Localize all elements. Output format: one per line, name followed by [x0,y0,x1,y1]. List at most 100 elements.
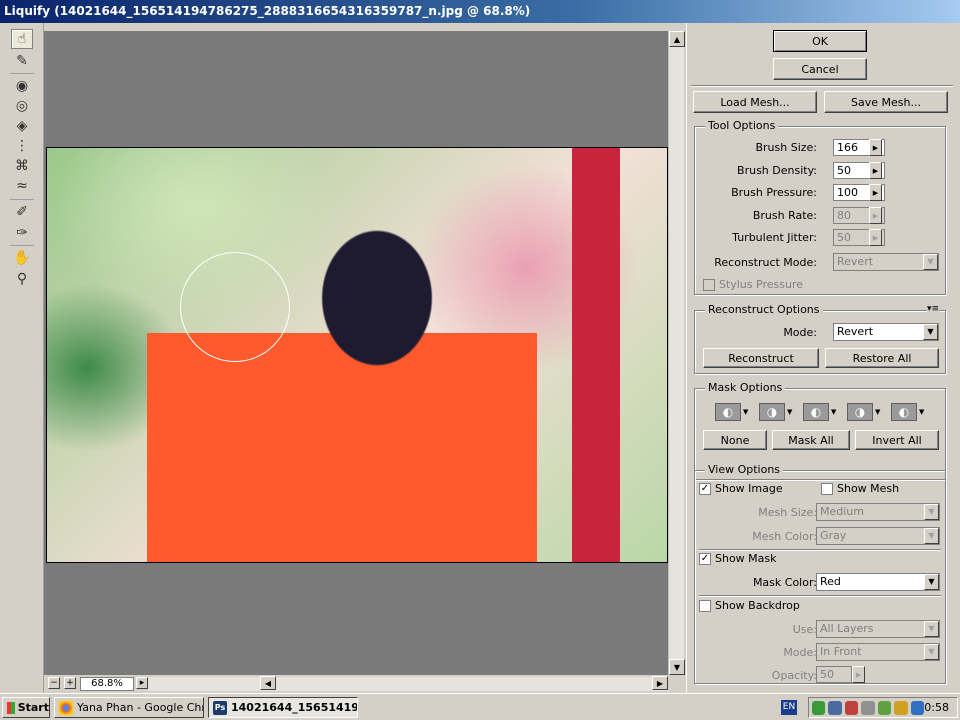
turbulent-jitter-arrow-icon: ▶ [869,229,882,246]
opacity-field: 50 [816,666,852,683]
restore-all-button[interactable]: Restore All [825,348,939,368]
chevron-down-icon: ▼ [743,408,749,416]
brush-pressure-label: Brush Pressure: [731,186,817,199]
zoom-tool-icon[interactable]: ⚲ [11,269,33,289]
security-icon[interactable] [844,700,859,715]
reconstruct-mode-select: Revert ▼ [833,253,939,271]
brush-size-label: Brush Size: [755,141,817,154]
taskbar-item-label: 14021644_15651419... [231,701,358,714]
display-icon[interactable] [828,700,842,715]
canvas-area[interactable] [44,31,668,675]
mask-all-button[interactable]: Mask All [772,430,850,450]
mask-intersect-icon: ◑ [847,403,873,421]
ok-button[interactable]: OK [773,30,867,52]
show-image-checkbox[interactable]: ✓ Show Image [699,482,783,495]
horizontal-scrollbar[interactable]: ◀ ▶ [148,676,668,691]
save-mesh-button[interactable]: Save Mesh... [824,91,948,113]
reconstruct-mode-dropdown-value: Revert [837,325,874,338]
liquify-window: ☝ ✎ ◉ ◎ ◈ ⋮ ⌘ ≈ ✐ ✑ ✋ ⚲ ▲ ▼ − + 68.8% ▸ … [0,23,960,693]
mask-color-label: Mask Color: [752,576,817,589]
checkmark-icon: ✓ [699,552,711,565]
pucker-tool-icon[interactable]: ◎ [11,96,33,116]
reconstruct-mode-label-2: Mode: [783,326,817,339]
scroll-right-icon[interactable]: ▶ [652,676,668,690]
language-indicator[interactable]: EN [781,700,797,715]
mirror-tool-icon[interactable]: ⌘ [11,156,33,176]
turbulence-tool-icon[interactable]: ≈ [11,176,33,196]
mask-replace-icon: ◐ [715,403,741,421]
twirl-clockwise-tool-icon[interactable]: ◉ [11,76,33,96]
zoom-bar: − + 68.8% ▸ ◀ ▶ [44,675,684,693]
panel-menu-icon[interactable]: ▾≡ [926,304,939,314]
mask-add-button[interactable]: ◑ ▼ [759,402,795,422]
bluetooth-icon[interactable] [910,700,925,715]
mesh-size-value: Medium [820,505,864,518]
system-tray: 0:58 [808,697,958,718]
mask-add-icon: ◑ [759,403,785,421]
chrome-icon [59,700,73,715]
chevron-down-icon: ▼ [919,408,925,416]
hand-tool-icon[interactable]: ✋ [11,248,33,268]
zoom-out-button[interactable]: − [48,677,60,689]
zoom-in-button[interactable]: + [64,677,76,689]
backdrop-mode-value: In Front [820,645,862,658]
taskbar-item-photoshop[interactable]: Ps 14021644_15651419... [208,697,358,718]
scroll-up-icon[interactable]: ▲ [669,31,685,47]
zoom-level-field[interactable]: 68.8% [80,677,134,691]
vertical-scrollbar[interactable]: ▲ ▼ [668,31,685,675]
mask-subtract-button[interactable]: ◐ ▼ [803,402,839,422]
chevron-down-icon: ▼ [924,504,939,520]
chevron-down-icon: ▼ [924,644,939,660]
mask-color-select[interactable]: Red ▼ [816,573,940,591]
show-mask-checkbox[interactable]: ✓ Show Mask [699,552,777,565]
load-mesh-button[interactable]: Load Mesh... [693,91,817,113]
network-icon[interactable] [812,700,826,715]
bloat-tool-icon[interactable]: ◈ [11,116,33,136]
update-icon[interactable] [877,700,892,715]
start-button[interactable]: Start [2,697,50,718]
volume-icon[interactable] [861,700,875,715]
chevron-down-icon: ▼ [923,254,938,270]
mesh-color-select: Gray ▼ [816,527,940,545]
freeze-mask-tool-icon[interactable]: ✐ [11,202,33,222]
brush-pressure-arrow-icon[interactable]: ▶ [869,184,882,201]
clock: 0:58 [924,701,949,714]
mask-none-button[interactable]: None [703,430,767,450]
mask-replace-button[interactable]: ◐ ▼ [715,402,751,422]
reconstruct-button[interactable]: Reconstruct [703,348,819,368]
reconstruct-mode-value: Revert [837,255,874,268]
opacity-arrow-icon: ▶ [852,666,865,683]
tray-app-icon[interactable] [894,700,908,715]
chevron-down-icon: ▼ [923,324,938,340]
brush-density-arrow-icon[interactable]: ▶ [869,162,882,179]
cancel-button[interactable]: Cancel [773,58,867,80]
scroll-down-icon[interactable]: ▼ [669,659,685,675]
show-backdrop-label: Show Backdrop [715,599,800,612]
mesh-size-label: Mesh Size: [758,506,817,519]
forward-warp-tool-icon[interactable]: ☝ [11,29,33,49]
reconstruct-options-title: Reconstruct Options [705,303,823,316]
mask-invert-button[interactable]: ◐ ▼ [891,402,927,422]
show-image-label: Show Image [715,482,783,495]
mask-color-value: Red [820,575,841,588]
brush-density-label: Brush Density: [737,164,817,177]
chevron-down-icon: ▼ [924,574,939,590]
brush-size-arrow-icon[interactable]: ▶ [869,139,882,156]
taskbar-item-chrome[interactable]: Yana Phan - Google Chro... [54,697,204,718]
reconstruct-tool-icon[interactable]: ✎ [11,51,33,71]
scroll-left-icon[interactable]: ◀ [260,676,276,690]
reconstruct-options-group: Reconstruct Options ▾≡ Mode: Revert ▼ Re… [694,303,946,374]
image-preview[interactable] [46,147,668,563]
show-backdrop-checkbox[interactable]: Show Backdrop [699,599,800,612]
zoom-dropdown-icon[interactable]: ▸ [136,677,148,689]
chevron-down-icon: ▼ [875,408,881,416]
mesh-color-label: Mesh Color: [752,530,817,543]
mask-intersect-button[interactable]: ◑ ▼ [847,402,883,422]
invert-all-button[interactable]: Invert All [855,430,939,450]
show-mesh-label: Show Mesh [837,482,900,495]
show-mesh-checkbox[interactable]: Show Mesh [821,482,899,495]
show-mask-label: Show Mask [715,552,777,565]
push-left-tool-icon[interactable]: ⋮ [11,136,33,156]
reconstruct-mode-dropdown[interactable]: Revert ▼ [833,323,939,341]
thaw-mask-tool-icon[interactable]: ✑ [11,223,33,243]
